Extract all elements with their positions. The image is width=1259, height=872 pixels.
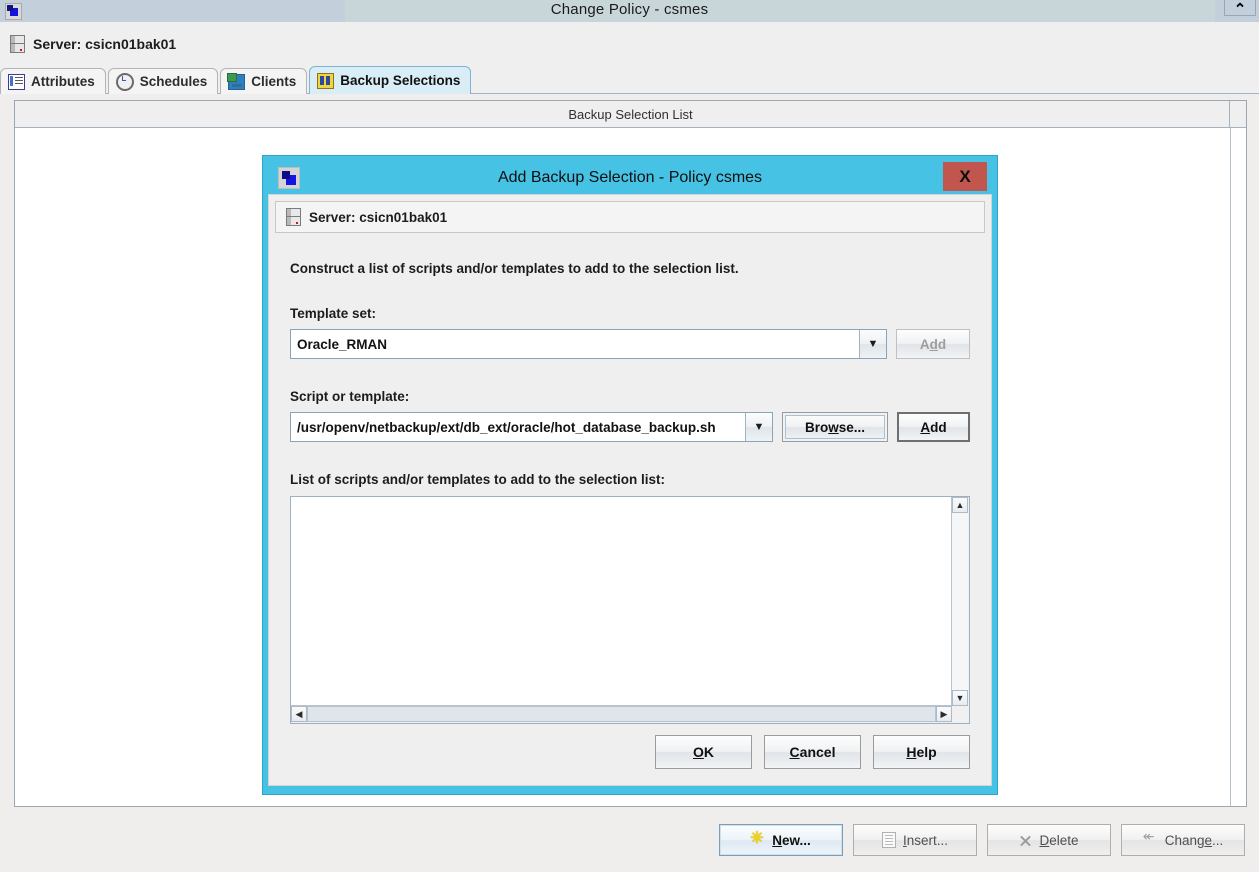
column-separator — [1229, 101, 1230, 127]
dialog-server-bar: Server: csicn01bak01 — [275, 201, 985, 233]
script-add-label: Add — [920, 419, 947, 435]
dialog-title: Add Backup Selection - Policy csmes — [497, 168, 763, 186]
table-column-header-label: Backup Selection List — [568, 106, 693, 122]
server-bar: Server: csicn01bak01 — [0, 22, 1259, 66]
dialog-content: Construct a list of scripts and/or templ… — [269, 261, 991, 724]
change-arrow-icon — [1143, 828, 1158, 846]
dialog-server-label: Server: csicn01bak01 — [309, 209, 448, 225]
dialog-intro-text: Construct a list of scripts and/or templ… — [290, 261, 739, 276]
scroll-up-icon[interactable]: ▲ — [952, 497, 968, 513]
cancel-button[interactable]: Cancel — [764, 735, 861, 769]
selection-list-area[interactable] — [291, 497, 952, 706]
insert-button[interactable]: Insert... — [853, 824, 977, 856]
server-label: Server: csicn01bak01 — [33, 35, 177, 52]
template-set-add-label: Add — [919, 336, 947, 352]
backup-selections-icon — [317, 72, 335, 89]
horizontal-scroll-track[interactable] — [307, 706, 936, 722]
change-policy-window: Change Policy - csmes ⌃ Server: csicn01b… — [0, 0, 1259, 872]
bottom-toolbar: New... Insert... Delete Change... — [0, 808, 1259, 872]
scroll-left-icon[interactable]: ◀ — [291, 706, 307, 722]
add-backup-selection-dialog: Add Backup Selection - Policy csmes X Se… — [262, 155, 998, 795]
script-or-template-label: Script or template: — [290, 389, 410, 404]
template-set-add-button[interactable]: Add — [896, 329, 970, 359]
schedules-icon — [115, 72, 134, 91]
ok-button[interactable]: OK — [655, 735, 752, 769]
help-button-label: Help — [906, 744, 937, 760]
insert-document-icon — [881, 832, 896, 848]
template-set-combobox[interactable]: Oracle_RMAN ▼ — [290, 329, 887, 359]
window-title: Change Policy - csmes — [550, 1, 709, 18]
cancel-button-label: Cancel — [789, 744, 836, 760]
table-column-header[interactable]: Backup Selection List — [15, 101, 1246, 128]
dialog-action-buttons: OK Cancel Help — [655, 735, 970, 769]
new-star-icon — [750, 828, 765, 848]
change-button[interactable]: Change... — [1121, 824, 1245, 856]
browse-button-label: Browse... — [804, 419, 866, 435]
dialog-body: Server: csicn01bak01 Construct a list of… — [268, 194, 992, 786]
attributes-icon — [8, 73, 25, 90]
scrollbar-corner — [952, 706, 969, 723]
delete-x-icon — [1019, 834, 1032, 847]
insert-button-label: Insert... — [902, 832, 949, 848]
server-icon — [10, 34, 25, 53]
scroll-right-icon[interactable]: ▶ — [936, 706, 952, 722]
chevron-down-icon[interactable]: ▼ — [745, 413, 772, 441]
change-button-label: Change... — [1164, 832, 1224, 848]
tab-attributes[interactable]: Attributes — [0, 68, 106, 94]
column-separator-body — [1230, 128, 1231, 806]
scroll-down-icon[interactable]: ▼ — [952, 690, 968, 706]
tab-clients[interactable]: Clients — [220, 68, 308, 94]
selection-list-label: List of scripts and/or templates to add … — [290, 472, 666, 487]
template-set-value: Oracle_RMAN — [297, 336, 388, 352]
new-button[interactable]: New... — [719, 824, 843, 856]
script-or-template-row: /usr/openv/netbackup/ext/db_ext/oracle/h… — [290, 412, 970, 442]
clients-icon — [227, 72, 246, 90]
tab-schedules[interactable]: Schedules — [107, 68, 219, 94]
new-button-label: New... — [772, 832, 811, 848]
tab-clients-label: Clients — [251, 74, 297, 89]
window-close-button[interactable]: ⌃ — [1224, 0, 1256, 17]
tab-attributes-label: Attributes — [31, 74, 95, 89]
tab-strip: Attributes Schedules Clients Backup Sele… — [0, 65, 1259, 94]
template-set-label: Template set: — [290, 306, 377, 321]
dialog-close-button[interactable]: X — [943, 162, 987, 191]
tab-schedules-label: Schedules — [139, 74, 208, 89]
selection-listbox[interactable]: ▲ ▼ ◀ ▶ — [290, 496, 970, 724]
server-icon — [286, 208, 301, 226]
vertical-scrollbar[interactable]: ▲ ▼ — [951, 497, 969, 706]
script-add-button[interactable]: Add — [897, 412, 970, 442]
horizontal-scrollbar[interactable]: ◀ ▶ — [291, 705, 952, 723]
tab-backup-selections[interactable]: Backup Selections — [309, 66, 472, 94]
tab-backup-selections-label: Backup Selections — [340, 73, 461, 88]
help-button[interactable]: Help — [873, 735, 970, 769]
vertical-scroll-track[interactable] — [952, 513, 968, 690]
chevron-down-icon[interactable]: ▼ — [859, 330, 886, 358]
template-set-row: Oracle_RMAN ▼ Add — [290, 329, 970, 359]
script-or-template-combobox[interactable]: /usr/openv/netbackup/ext/db_ext/oracle/h… — [290, 412, 773, 442]
ok-button-label: OK — [692, 744, 714, 760]
delete-button[interactable]: Delete — [987, 824, 1111, 856]
script-or-template-value[interactable]: /usr/openv/netbackup/ext/db_ext/oracle/h… — [291, 420, 745, 435]
delete-button-label: Delete — [1039, 832, 1079, 848]
dialog-app-icon — [278, 167, 300, 189]
window-titlebar: Change Policy - csmes ⌃ — [0, 0, 1259, 22]
dialog-titlebar: Add Backup Selection - Policy csmes X — [268, 161, 992, 194]
browse-button[interactable]: Browse... — [782, 412, 888, 442]
